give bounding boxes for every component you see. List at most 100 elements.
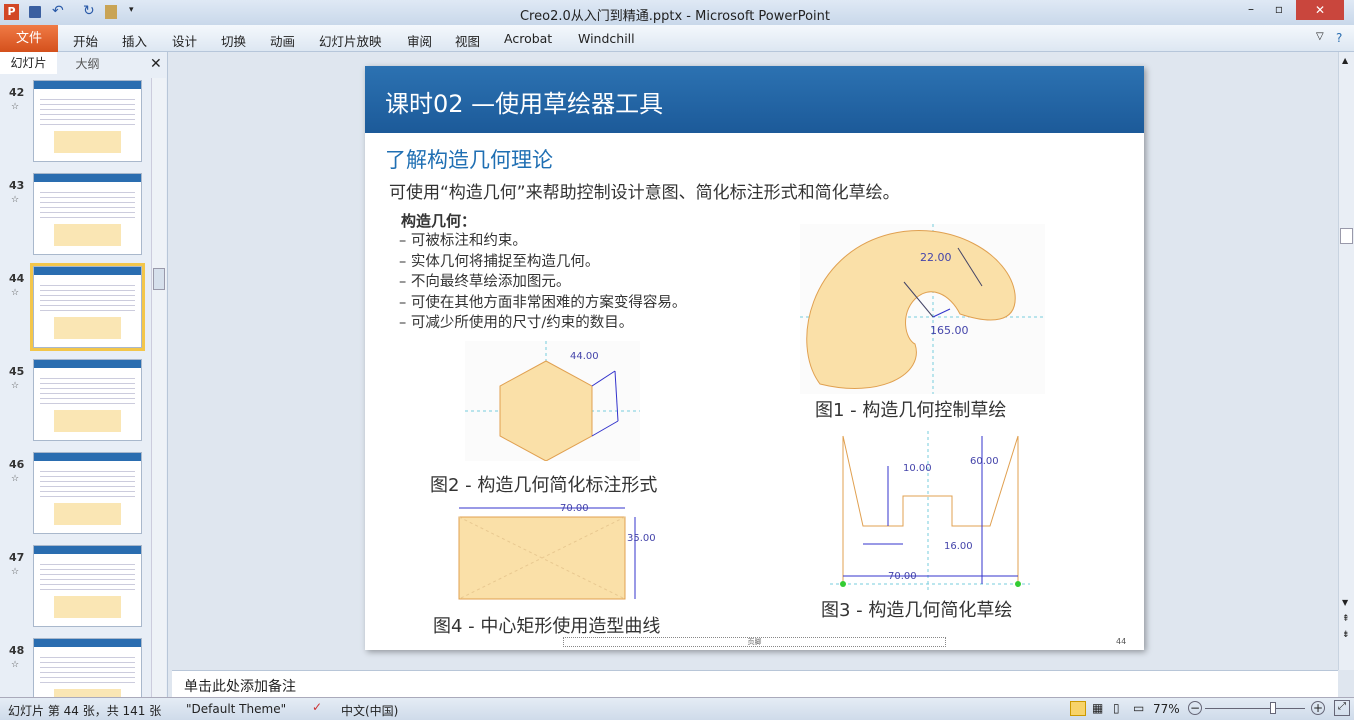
slide-info: 幻灯片 第 44 张，共 141 张 <box>8 704 162 718</box>
dim-label: 70.00 <box>888 571 917 582</box>
thumbnail-number: 44 <box>9 272 25 285</box>
dim-label: 22.00 <box>920 251 952 264</box>
powerpoint-logo-icon: P <box>4 4 19 20</box>
zoom-slider[interactable] <box>1205 708 1305 709</box>
list-title: 构造几何： <box>401 212 477 230</box>
slide-title: 课时02 —使用草绘器工具 <box>365 66 1144 133</box>
dim-label: 35.00 <box>627 533 656 544</box>
customize-toolbar-icon[interactable]: ▾ <box>129 5 134 15</box>
thumbnail-number: 45 <box>9 365 25 378</box>
bullet: – 可被标注和约束。 <box>399 233 527 249</box>
slide-sorter-icon[interactable]: ▦ <box>1092 701 1103 715</box>
slide-thumbnail[interactable] <box>33 452 142 534</box>
dim-label: 165.00 <box>930 324 969 337</box>
slide-canvas[interactable]: 课时02 —使用草绘器工具 了解构造几何理论 可使用“构造几何”来帮助控制设计意… <box>365 66 1144 650</box>
slide-thumbnail[interactable] <box>33 173 142 255</box>
tab-slideshow[interactable]: 幻灯片放映 <box>319 31 382 50</box>
slide-thumbnail[interactable] <box>33 80 142 162</box>
status-bar: 幻灯片 第 44 张，共 141 张 "Default Theme" ✓ 中文(… <box>0 697 1354 720</box>
animation-star-icon: ☆ <box>11 567 20 577</box>
figure-1-sketch: 22.00 165.00 <box>800 224 1045 394</box>
zoom-slider-thumb[interactable] <box>1270 702 1277 714</box>
panel-scrollbar[interactable] <box>151 78 166 697</box>
zoom-level[interactable]: 77% <box>1153 702 1180 716</box>
figure-4-rectangle: 70.00 35.00 <box>458 503 656 600</box>
normal-view-icon[interactable] <box>1070 701 1086 716</box>
next-slide-icon[interactable]: ⇟ <box>1342 630 1350 640</box>
paste-icon[interactable] <box>105 5 117 19</box>
previous-slide-icon[interactable]: ⇞ <box>1342 614 1350 624</box>
animation-star-icon: ☆ <box>11 288 20 298</box>
panel-close-icon[interactable]: ✕ <box>150 54 162 74</box>
undo-icon[interactable]: ↶ <box>52 3 64 19</box>
dim-label: 16.00 <box>944 541 973 552</box>
tab-insert[interactable]: 插入 <box>122 31 147 50</box>
bullet: – 可使在其他方面非常困难的方案变得容易。 <box>399 294 687 311</box>
animation-star-icon: ☆ <box>11 195 20 205</box>
slide-thumbnail[interactable] <box>30 263 145 351</box>
tab-transitions[interactable]: 切换 <box>221 31 246 50</box>
slide-number: 44 <box>1116 637 1127 646</box>
slide-subtitle: 可使用“构造几何”来帮助控制设计意图、简化标注形式和简化草绘。 <box>389 183 900 203</box>
tab-acrobat[interactable]: Acrobat <box>504 31 552 46</box>
redo-icon[interactable]: ↻ <box>83 3 95 19</box>
slideshow-icon[interactable]: ▭ <box>1133 701 1144 715</box>
tab-view[interactable]: 视图 <box>455 31 480 50</box>
tab-review[interactable]: 审阅 <box>407 31 432 50</box>
panel-tab-slides[interactable]: 幻灯片 <box>0 52 57 74</box>
tab-windchill[interactable]: Windchill <box>578 31 635 46</box>
scroll-thumb[interactable] <box>153 268 165 290</box>
slide-scrollbar[interactable]: ▲ ▼ ⇞ ⇟ <box>1338 52 1354 670</box>
collapse-ribbon-icon[interactable]: ▽ <box>1316 31 1324 42</box>
figure-3-sketch: 10.00 60.00 16.00 70.00 <box>830 431 1030 591</box>
reading-view-icon[interactable]: ▯ <box>1113 701 1120 715</box>
panel-tab-outline[interactable]: 大纲 <box>60 54 115 74</box>
help-icon[interactable]: ? <box>1336 31 1342 45</box>
close-button[interactable]: ✕ <box>1296 0 1344 20</box>
save-icon[interactable] <box>29 6 41 18</box>
scroll-down-icon[interactable]: ▼ <box>1342 598 1348 607</box>
animation-star-icon: ☆ <box>11 102 20 112</box>
slides-panel: 幻灯片 大纲 ✕ 42 ☆ 43 ☆ 44 ☆ 45 ☆ 46 ☆ 47 ☆ 48 ☆ <box>0 52 168 720</box>
spellcheck-icon[interactable]: ✓ <box>312 700 322 714</box>
title-bar: P ↶ ↻ ▾ Creo2.0从入门到精通.pptx - Microsoft P… <box>0 0 1354 25</box>
thumbnail-number: 46 <box>9 458 25 471</box>
slide-heading: 了解构造几何理论 <box>385 148 553 172</box>
figure-2-hexagon: 44.00 <box>465 341 640 461</box>
ribbon-tabs: 文件 开始 插入 设计 切换 动画 幻灯片放映 审阅 视图 Acrobat Wi… <box>0 25 1354 52</box>
language[interactable]: 中文(中国) <box>341 702 398 719</box>
fit-to-window-icon[interactable]: ⤢ <box>1334 700 1350 716</box>
bullet: – 可减少所使用的尺寸/约束的数目。 <box>399 315 634 331</box>
dim-label: 44.00 <box>570 351 599 362</box>
tab-design[interactable]: 设计 <box>172 31 197 50</box>
zoom-in-button[interactable]: + <box>1311 701 1325 715</box>
animation-star-icon: ☆ <box>11 381 20 391</box>
tab-file[interactable]: 文件 <box>0 25 58 52</box>
window-title: Creo2.0从入门到精通.pptx - Microsoft PowerPoin… <box>519 9 831 24</box>
maximize-button[interactable]: ▫ <box>1266 2 1292 20</box>
slide-thumbnail[interactable] <box>33 359 142 441</box>
bullet-list: – 可被标注和约束。 – 实体几何将捕捉至构造几何。 – 不向最终草绘添加图元。… <box>399 231 686 334</box>
dim-label: 70.00 <box>560 503 589 514</box>
thumbnail-number: 42 <box>9 86 25 99</box>
animation-star-icon: ☆ <box>11 660 20 670</box>
slide-thumbnail[interactable] <box>33 545 142 627</box>
footer-placeholder[interactable]: 页脚 <box>563 637 946 647</box>
dim-label: 60.00 <box>970 456 999 467</box>
figure-3-caption: 图3 - 构造几何简化草绘 <box>821 600 1013 621</box>
scroll-thumb[interactable] <box>1340 228 1353 244</box>
minimize-button[interactable]: – <box>1238 2 1264 20</box>
figure-2-caption: 图2 - 构造几何简化标注形式 <box>430 475 658 496</box>
notes-pane[interactable]: 单击此处添加备注 <box>172 670 1338 697</box>
thumbnail-number: 48 <box>9 644 25 657</box>
bullet: – 实体几何将捕捉至构造几何。 <box>399 253 600 270</box>
tab-home[interactable]: 开始 <box>73 31 98 50</box>
tab-animations[interactable]: 动画 <box>270 31 295 50</box>
thumbnail-number: 43 <box>9 179 25 192</box>
bullet: – 不向最终草绘添加图元。 <box>399 274 571 290</box>
theme-name[interactable]: "Default Theme" <box>186 702 286 716</box>
animation-star-icon: ☆ <box>11 474 20 484</box>
zoom-out-button[interactable]: − <box>1188 701 1202 715</box>
figure-1-caption: 图1 - 构造几何控制草绘 <box>815 400 1007 421</box>
scroll-up-icon[interactable]: ▲ <box>1342 56 1348 65</box>
